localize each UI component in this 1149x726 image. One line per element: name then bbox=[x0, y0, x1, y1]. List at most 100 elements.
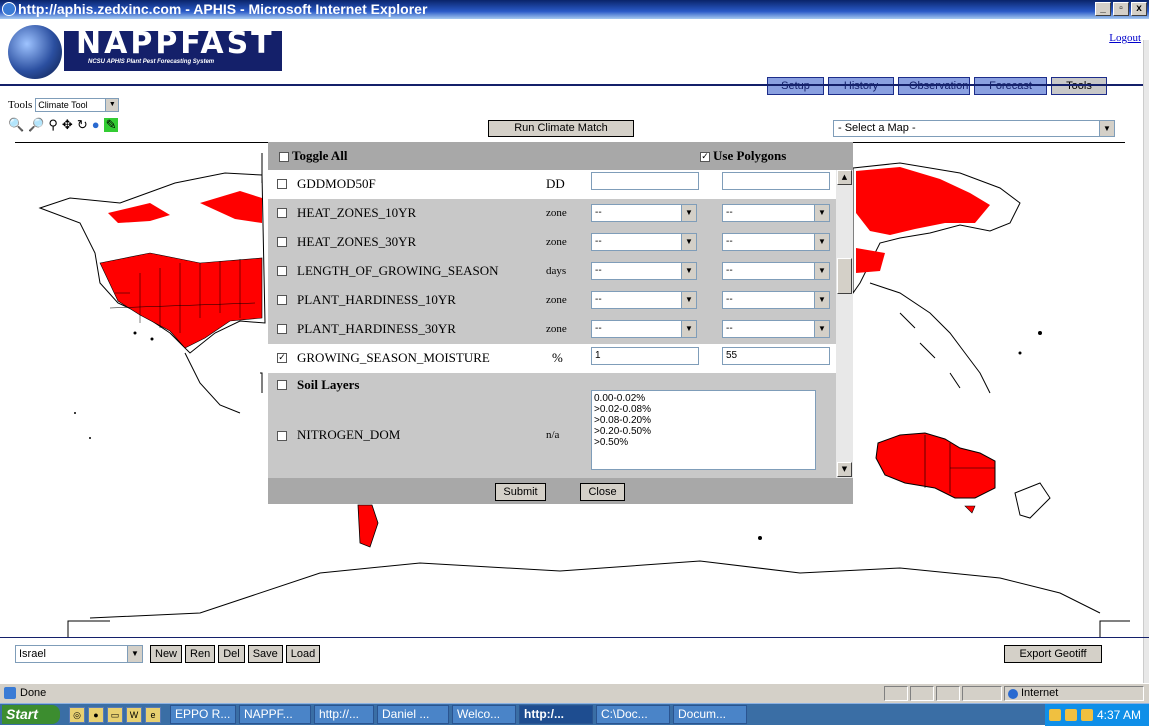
low-value-select[interactable]: -- ▼ bbox=[591, 291, 697, 309]
close-button[interactable]: Close bbox=[580, 483, 625, 501]
map-select[interactable]: - Select a Map - ▼ bbox=[833, 120, 1115, 137]
save-button[interactable]: Save bbox=[247, 645, 283, 663]
minimize-button[interactable]: _ bbox=[1095, 2, 1111, 16]
internet-explorer-icon bbox=[2, 2, 16, 16]
low-value-select[interactable]: -- ▼ bbox=[591, 233, 697, 251]
tool-select[interactable]: Climate Tool ▼ bbox=[35, 98, 120, 112]
taskbar-item[interactable]: C:\Doc... bbox=[596, 705, 670, 724]
delete-button[interactable]: Del bbox=[218, 645, 245, 663]
list-option[interactable]: >0.20-0.50% bbox=[594, 426, 813, 437]
use-polygons[interactable]: ✓ Use Polygons bbox=[700, 148, 786, 164]
low-value-select[interactable]: -- ▼ bbox=[591, 204, 697, 222]
toggle-all-label: Toggle All bbox=[292, 148, 348, 163]
low-value-select[interactable]: -- ▼ bbox=[591, 320, 697, 338]
pan-icon[interactable]: ✥ bbox=[62, 118, 73, 132]
nitrogen-options-list[interactable]: 0.00-0.02% >0.02-0.08% >0.08-0.20% >0.20… bbox=[591, 390, 816, 470]
variable-unit: n/a bbox=[546, 429, 560, 441]
restore-button[interactable]: ▫ bbox=[1113, 2, 1129, 16]
low-value: -- bbox=[595, 294, 602, 305]
load-button[interactable]: Load bbox=[285, 645, 321, 663]
window-controls: _ ▫ x bbox=[1095, 2, 1147, 16]
row-checkbox[interactable]: ✓ bbox=[277, 353, 287, 363]
scroll-up-arrow-icon[interactable]: ▲ bbox=[837, 170, 852, 185]
row-checkbox[interactable] bbox=[277, 208, 287, 218]
row-checkbox[interactable] bbox=[277, 237, 287, 247]
panel-scrollbar[interactable]: ▲ ▼ bbox=[836, 170, 853, 478]
row-checkbox[interactable] bbox=[277, 179, 287, 189]
scroll-thumb[interactable] bbox=[837, 258, 852, 294]
folder-icon[interactable]: ▭ bbox=[107, 706, 123, 723]
taskbar-item[interactable]: http://... bbox=[314, 705, 374, 724]
map-select-value: - Select a Map - bbox=[838, 122, 916, 134]
nav-forecast[interactable]: Forecast bbox=[974, 77, 1047, 95]
quick-launch-icon[interactable]: ● bbox=[88, 706, 104, 723]
quick-launch-icon[interactable]: ◎ bbox=[69, 706, 85, 723]
logout-link[interactable]: Logout bbox=[1109, 32, 1141, 44]
new-button[interactable]: New bbox=[150, 645, 183, 663]
row-checkbox[interactable] bbox=[277, 431, 287, 441]
globe-icon[interactable]: ● bbox=[92, 118, 100, 132]
taskbar-item[interactable]: EPPO R... bbox=[170, 705, 236, 724]
toggle-all[interactable]: Toggle All bbox=[279, 148, 348, 164]
status-cell bbox=[936, 686, 960, 701]
low-value-input[interactable] bbox=[591, 172, 699, 190]
high-value-select[interactable]: -- ▼ bbox=[722, 233, 830, 251]
section-checkbox[interactable] bbox=[277, 380, 287, 390]
high-value-input[interactable]: 55 bbox=[722, 347, 830, 365]
row-checkbox[interactable] bbox=[277, 295, 287, 305]
list-option[interactable]: >0.50% bbox=[594, 437, 813, 448]
nav-observation[interactable]: Observation bbox=[898, 77, 970, 95]
zoom-out-icon[interactable]: ⚲ bbox=[48, 118, 58, 132]
list-option[interactable]: >0.02-0.08% bbox=[594, 404, 813, 415]
zoom-in-icon[interactable]: 🔍 bbox=[8, 118, 24, 132]
page-scrollbar[interactable] bbox=[1143, 40, 1149, 683]
scroll-down-arrow-icon[interactable]: ▼ bbox=[837, 462, 852, 477]
high-value-select[interactable]: -- ▼ bbox=[722, 291, 830, 309]
list-option[interactable]: 0.00-0.02% bbox=[594, 393, 813, 404]
taskbar-item[interactable]: Welco... bbox=[452, 705, 516, 724]
tray-network-icon[interactable] bbox=[1048, 708, 1061, 721]
taskbar-item[interactable]: NAPPF... bbox=[239, 705, 311, 724]
close-window-button[interactable]: x bbox=[1131, 2, 1147, 16]
taskbar-item[interactable]: Docum... bbox=[673, 705, 747, 724]
nav-history[interactable]: History bbox=[828, 77, 894, 95]
word-icon[interactable]: W bbox=[126, 706, 142, 723]
refresh-icon[interactable]: ↻ bbox=[77, 118, 88, 132]
start-button[interactable]: Start bbox=[2, 705, 60, 724]
high-value-select[interactable]: -- ▼ bbox=[722, 204, 830, 222]
taskbar-item[interactable]: Daniel ... bbox=[377, 705, 449, 724]
high-value-input[interactable] bbox=[722, 172, 830, 190]
zoom-box-icon[interactable]: 🔎 bbox=[28, 118, 44, 132]
low-value-select[interactable]: -- ▼ bbox=[591, 262, 697, 280]
low-value: -- bbox=[595, 323, 602, 334]
identify-icon[interactable]: ✎ bbox=[103, 118, 119, 132]
tray-volume-icon[interactable] bbox=[1064, 708, 1077, 721]
climate-variables-panel: Toggle All ✓ Use Polygons GDDMOD50F DD HE… bbox=[268, 142, 853, 504]
nav-setup[interactable]: Setup bbox=[767, 77, 824, 95]
chevron-down-icon: ▼ bbox=[814, 321, 829, 337]
security-zone: Internet bbox=[1004, 686, 1144, 701]
rename-button[interactable]: Ren bbox=[185, 645, 216, 663]
toggle-all-checkbox[interactable] bbox=[279, 152, 289, 163]
high-value-select[interactable]: -- ▼ bbox=[722, 262, 830, 280]
list-option[interactable]: >0.08-0.20% bbox=[594, 415, 813, 426]
run-climate-match-button[interactable]: Run Climate Match bbox=[488, 120, 634, 137]
high-value-select[interactable]: -- ▼ bbox=[722, 320, 830, 338]
country-select[interactable]: Israel ▼ bbox=[15, 645, 143, 663]
chevron-down-icon: ▼ bbox=[814, 263, 829, 279]
submit-button[interactable]: Submit bbox=[495, 483, 546, 501]
low-value-input[interactable]: 1 bbox=[591, 347, 699, 365]
tray-alert-icon[interactable] bbox=[1080, 708, 1093, 721]
low-value: -- bbox=[595, 265, 602, 276]
row-checkbox[interactable] bbox=[277, 266, 287, 276]
variable-row-gddmod50f: GDDMOD50F DD bbox=[268, 170, 836, 199]
chevron-down-icon: ▼ bbox=[681, 263, 696, 279]
australia-match-region bbox=[875, 432, 996, 499]
export-geotiff-button[interactable]: Export Geotiff bbox=[1004, 645, 1102, 663]
taskbar-item-active[interactable]: http:/... bbox=[519, 705, 593, 724]
country-select-value: Israel bbox=[19, 648, 46, 660]
nav-tools[interactable]: Tools bbox=[1051, 77, 1107, 95]
use-polygons-checkbox[interactable]: ✓ bbox=[700, 152, 710, 163]
internet-explorer-icon[interactable]: e bbox=[145, 706, 161, 723]
row-checkbox[interactable] bbox=[277, 324, 287, 334]
